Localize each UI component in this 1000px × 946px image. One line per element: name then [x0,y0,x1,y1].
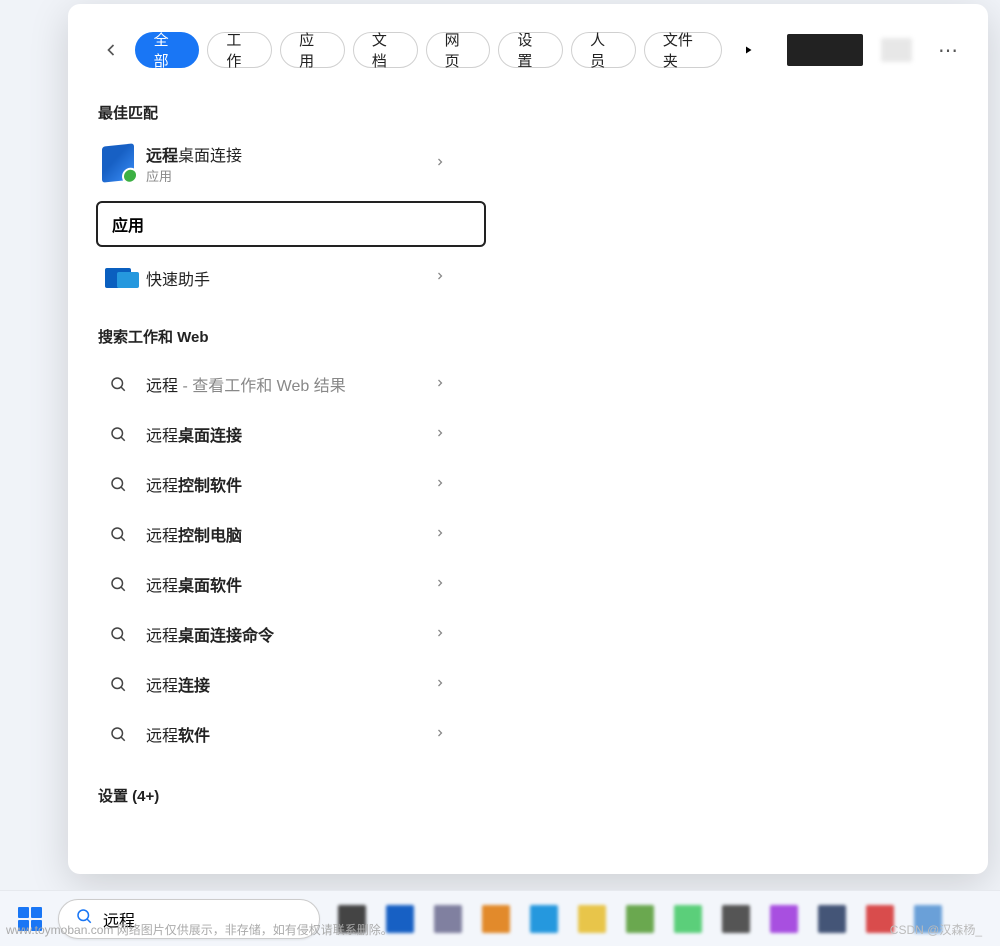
search-icon [102,568,134,600]
chevron-right-icon [434,377,446,392]
tab-4[interactable]: 网页 [426,32,491,68]
tab-3[interactable]: 文档 [353,32,418,68]
search-icon [102,718,134,750]
chevron-right-icon [434,427,446,442]
tab-6[interactable]: 人员 [571,32,636,68]
more-menu-icon[interactable]: ⋯ [938,38,960,63]
web-result-label: 远程连接 [146,672,210,696]
quick-assist-icon [102,262,134,294]
taskbar-app-3[interactable] [482,905,510,933]
tabs-overflow-icon[interactable] [736,38,759,62]
search-icon [102,368,134,400]
chevron-right-icon [434,627,446,642]
web-result[interactable]: 远程软件 [96,709,466,759]
web-result-label: 远程 - 查看工作和 Web 结果 [146,372,346,396]
back-button[interactable] [96,34,127,66]
search-icon [102,618,134,650]
taskbar-app-10[interactable] [818,905,846,933]
search-icon [102,418,134,450]
web-result[interactable]: 远程桌面连接命令 [96,609,466,659]
web-result[interactable]: 远程连接 [96,659,466,709]
taskbar-app-7[interactable] [674,905,702,933]
web-result-label: 远程控制软件 [146,472,242,496]
web-result-label: 远程控制电脑 [146,522,242,546]
web-result[interactable]: 远程控制电脑 [96,509,466,559]
chevron-right-icon [434,156,446,171]
tab-0[interactable]: 全部 [135,32,200,68]
tab-5[interactable]: 设置 [498,32,563,68]
web-result[interactable]: 远程桌面连接 [96,409,466,459]
section-apps-header[interactable]: 应用 [96,201,486,247]
web-result-label: 远程桌面软件 [146,572,242,596]
search-panel: 全部工作应用文档网页设置人员文件夹 ⋯ 最佳匹配 远程桌面连接 应用 应用 [68,4,988,874]
watermark-right: CSDN @汉森杨_ [890,921,982,938]
chevron-right-icon [434,270,446,285]
tab-1[interactable]: 工作 [207,32,272,68]
app-result[interactable]: 快速助手 [96,255,466,300]
results-column: 最佳匹配 远程桌面连接 应用 应用 快速助手 搜索工作和 Web [96,102,466,806]
tabs-container: 全部工作应用文档网页设置人员文件夹 [135,32,723,68]
chevron-right-icon [434,527,446,542]
search-tabs-row: 全部工作应用文档网页设置人员文件夹 ⋯ [96,24,960,76]
app-results-list: 快速助手 [96,255,466,300]
taskbar-app-5[interactable] [578,905,606,933]
blurred-item [881,38,912,62]
web-results-list: 远程 - 查看工作和 Web 结果 远程桌面连接 远程控制软件 远程控制电脑 [96,359,466,759]
best-match-subtitle: 应用 [146,166,242,185]
chevron-right-icon [434,727,446,742]
account-badge[interactable] [787,34,863,66]
rdp-icon [102,147,134,179]
taskbar-app-6[interactable] [626,905,654,933]
web-result-label: 远程软件 [146,722,210,746]
watermark-left: www.toymoban.com 网络图片仅供展示，非存储，如有侵权请联系删除。 [6,921,393,938]
search-icon [102,468,134,500]
tab-7[interactable]: 文件夹 [644,32,722,68]
section-web-title: 搜索工作和 Web [98,326,466,347]
taskbar-app-4[interactable] [530,905,558,933]
web-result[interactable]: 远程桌面软件 [96,559,466,609]
taskbar-app-9[interactable] [770,905,798,933]
taskbar-app-8[interactable] [722,905,750,933]
section-settings-title: 设置 (4+) [98,785,466,806]
best-match-result[interactable]: 远程桌面连接 应用 [96,135,466,191]
search-icon [102,668,134,700]
app-result-label: 快速助手 [146,266,210,290]
web-result-label: 远程桌面连接 [146,422,242,446]
tab-2[interactable]: 应用 [280,32,345,68]
chevron-right-icon [434,677,446,692]
taskbar-app-2[interactable] [434,905,462,933]
chevron-right-icon [434,577,446,592]
taskbar-apps [338,905,942,933]
chevron-right-icon [434,477,446,492]
web-result[interactable]: 远程 - 查看工作和 Web 结果 [96,359,466,409]
web-result-label: 远程桌面连接命令 [146,622,274,646]
best-match-title: 远程桌面连接 [146,142,242,166]
search-icon [102,518,134,550]
web-result[interactable]: 远程控制软件 [96,459,466,509]
section-best-match-title: 最佳匹配 [98,102,466,123]
